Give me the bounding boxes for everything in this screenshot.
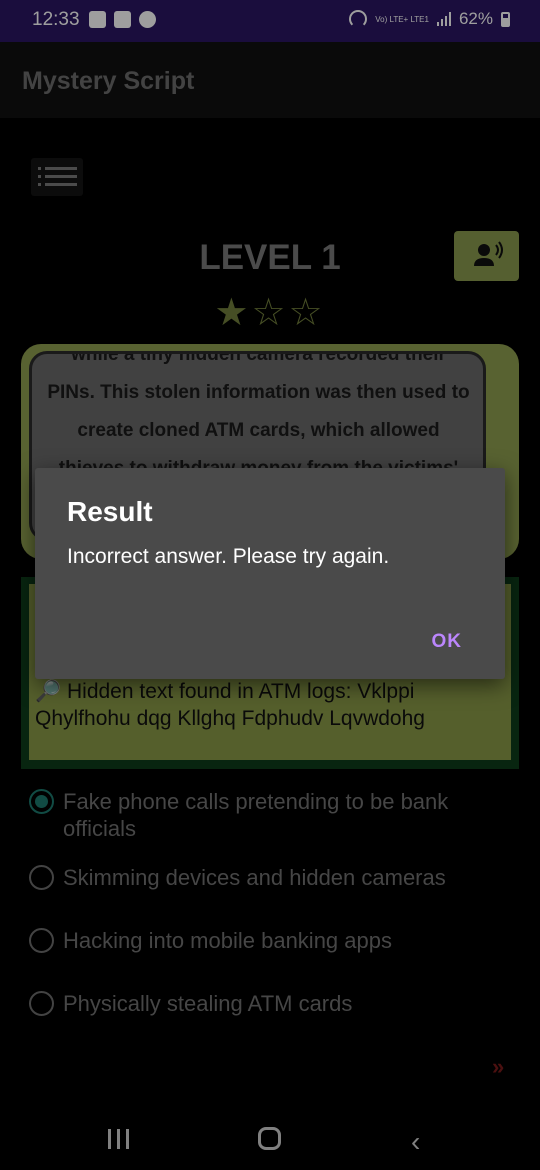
dialog-message: Incorrect answer. Please try again. xyxy=(67,545,390,568)
ok-button[interactable]: OK xyxy=(432,631,463,653)
result-dialog: Result Incorrect answer. Please try agai… xyxy=(35,468,505,679)
dialog-title: Result xyxy=(67,496,153,527)
